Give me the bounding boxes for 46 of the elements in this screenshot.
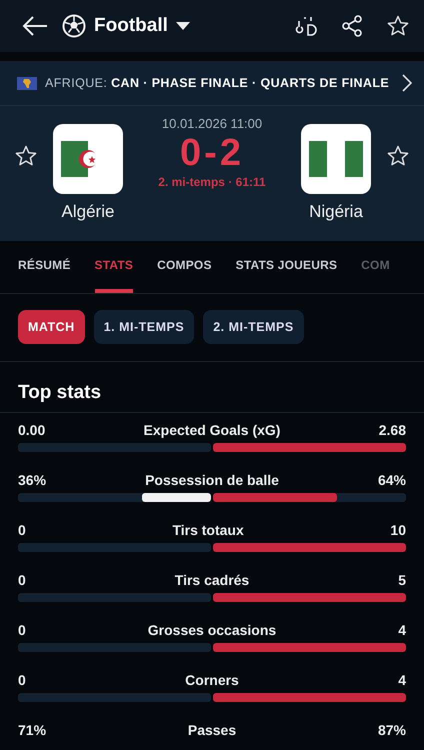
stat-value: 2.68 [378, 422, 406, 438]
tab[interactable]: STATS JOUEURS [236, 241, 338, 293]
period-filter[interactable]: MATCH [18, 310, 85, 344]
stat-value: 0 [18, 522, 26, 538]
stat-value: 0 [18, 622, 26, 638]
stat-value: 10 [390, 522, 406, 538]
stat-value: 64% [378, 472, 406, 488]
period-filter[interactable]: 2. MI-TEMPS [203, 310, 304, 344]
stat-value: 5 [398, 572, 406, 588]
stat-label: Corners [185, 672, 239, 688]
stat-value: 4 [398, 622, 406, 638]
sport-title[interactable]: Football [94, 15, 168, 37]
stat-value: 71% [18, 722, 46, 738]
stat-label: Tirs totaux [172, 522, 244, 538]
stat-value: 4 [398, 672, 406, 688]
chevron-right-icon[interactable] [402, 74, 412, 92]
share-icon[interactable] [340, 14, 364, 38]
stat-value: 0 [18, 672, 26, 688]
tab[interactable]: COMPOS [157, 241, 212, 293]
stat-label: Tirs cadrés [174, 572, 250, 588]
tab[interactable]: STATS [94, 241, 134, 293]
flag-icon [309, 141, 363, 177]
team-name[interactable]: Nigéria [309, 202, 363, 222]
stat-label: Grosses occasions [148, 622, 276, 638]
stat-value: 0.00 [18, 422, 46, 438]
match-datetime: 10.01.2026 11:00 [162, 116, 262, 131]
team-name[interactable]: Algérie [62, 202, 114, 222]
star-icon[interactable] [14, 144, 38, 168]
lineup-icon[interactable] [294, 15, 318, 37]
stat-label: Expected Goals (xG) [144, 422, 280, 438]
period-filter[interactable]: 1. MI-TEMPS [94, 310, 194, 344]
tab[interactable]: RÉSUMÉ [18, 241, 71, 293]
stat-value: 0 [18, 572, 26, 588]
back-arrow-icon[interactable] [22, 16, 48, 36]
stat-label: Possession de balle [145, 472, 279, 488]
stat-value: 36% [18, 472, 46, 488]
star-icon[interactable] [386, 144, 410, 168]
africa-flag-icon [17, 76, 37, 90]
stat-label: Passes [188, 722, 236, 738]
star-icon[interactable] [386, 14, 410, 38]
section-title: Top stats [18, 382, 102, 404]
match-score: 0-2 [180, 131, 244, 175]
dropdown-caret-icon[interactable] [176, 22, 190, 30]
soccer-ball-icon [62, 14, 86, 38]
stat-value: 87% [378, 722, 406, 738]
match-status: 2. mi-temps · 61:11 [158, 175, 266, 189]
